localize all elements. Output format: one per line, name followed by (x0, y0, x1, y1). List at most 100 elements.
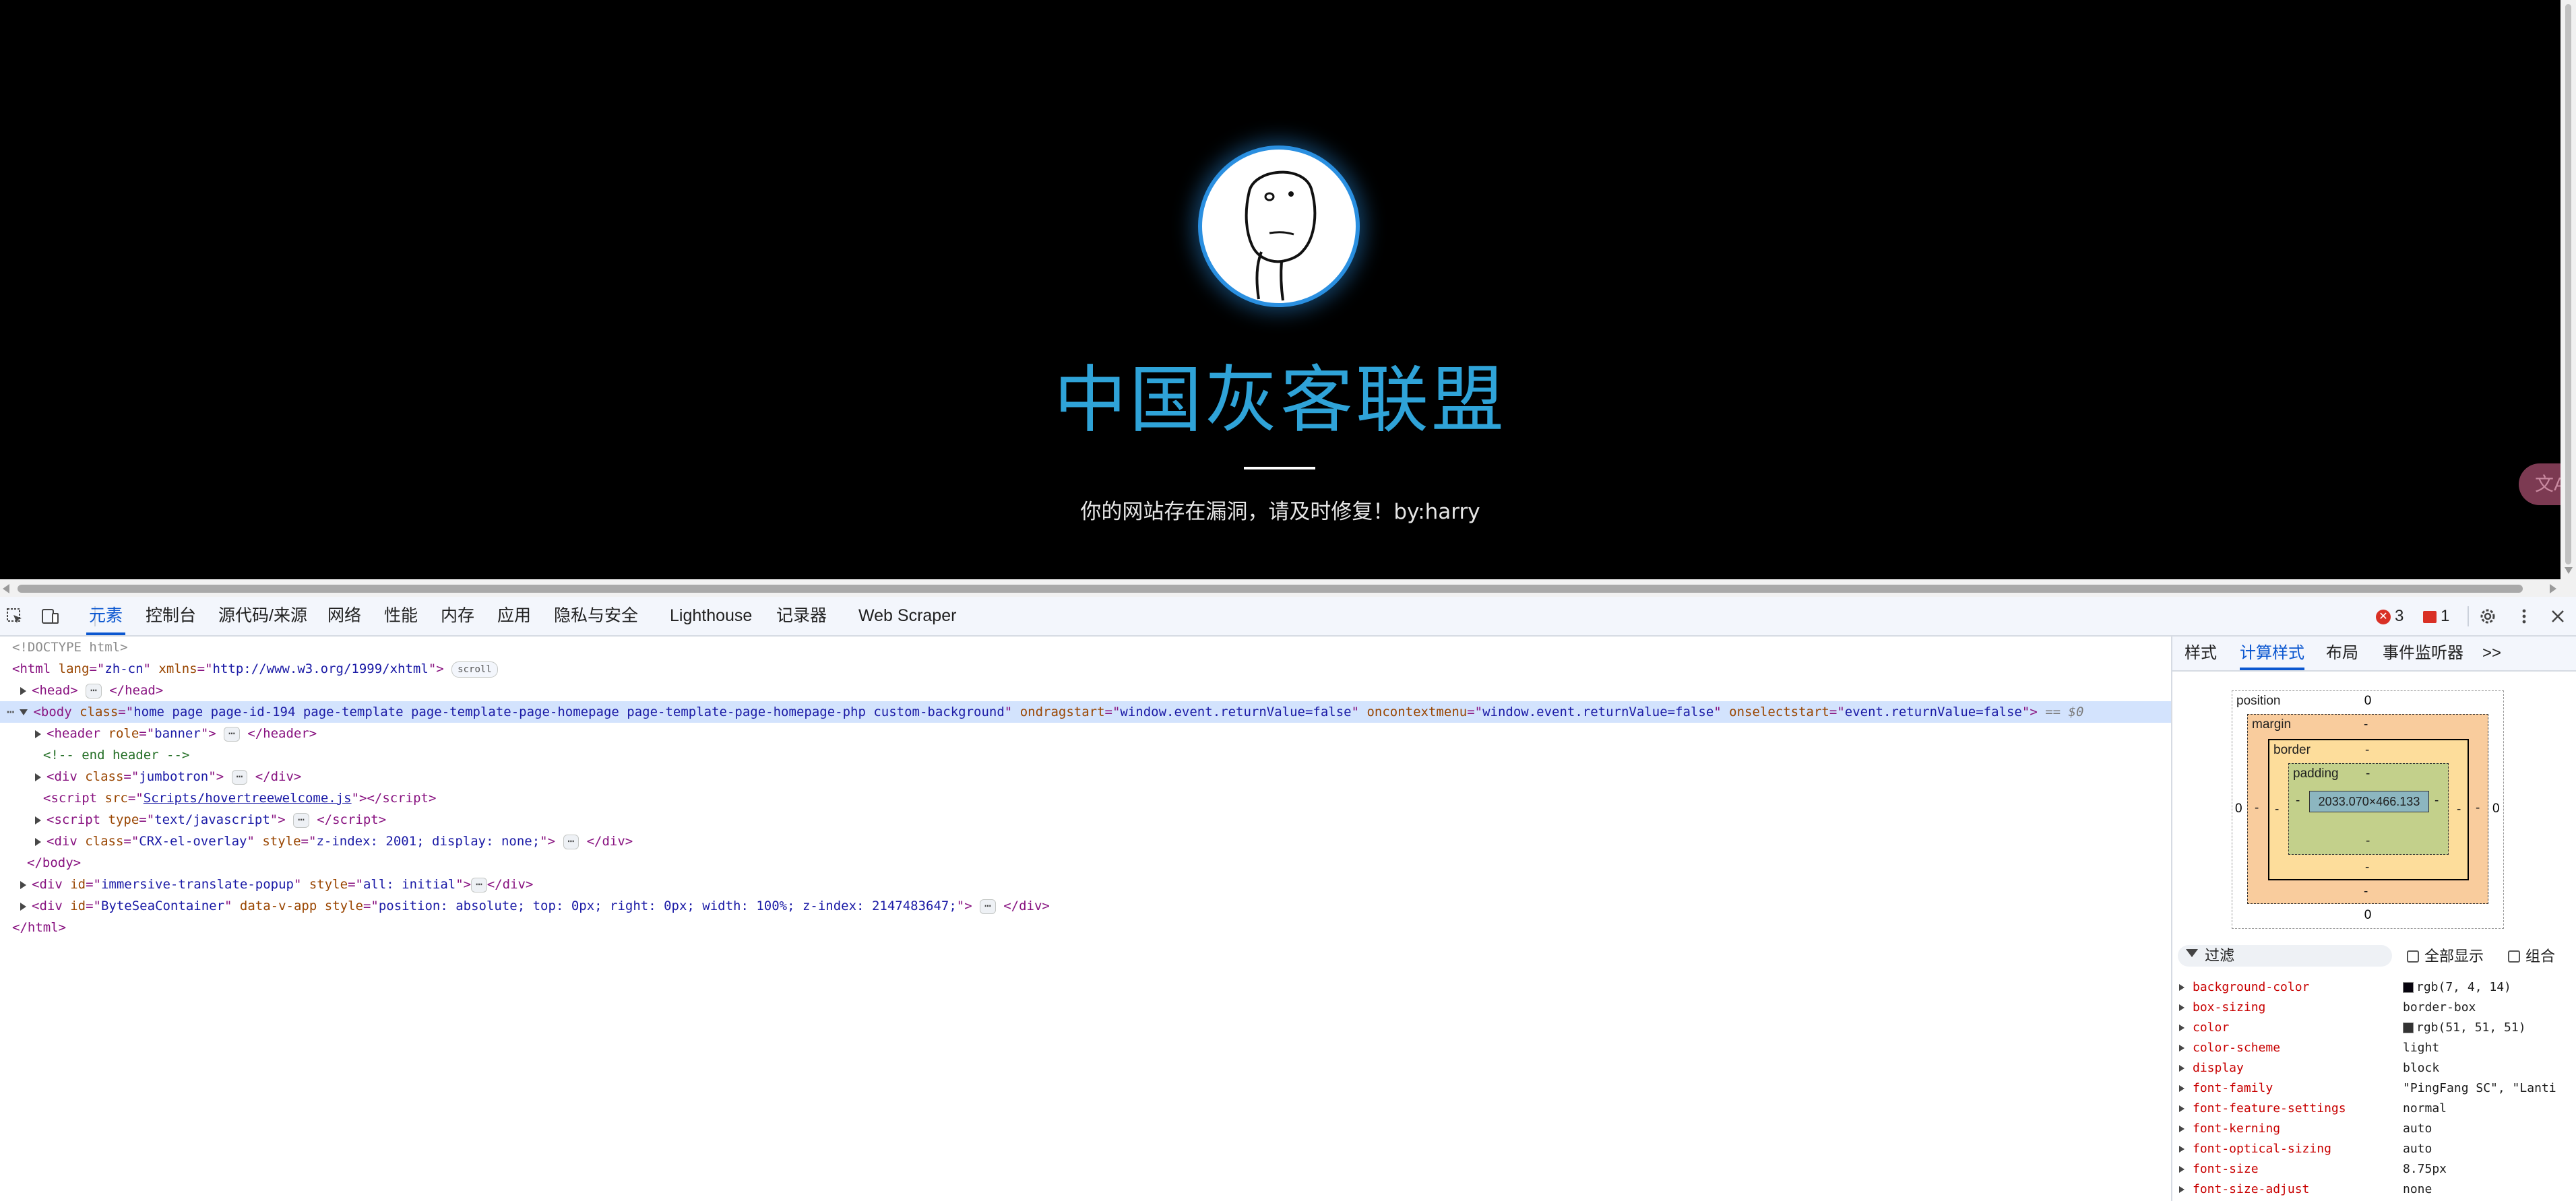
expand-triangle-icon[interactable] (35, 729, 41, 738)
vertical-scroll-thumb[interactable] (2565, 4, 2571, 564)
collapsed-ellipsis[interactable]: ⋯ (231, 769, 248, 785)
collapsed-ellipsis[interactable]: ⋯ (980, 899, 996, 914)
padding-bottom-value[interactable]: - (2366, 834, 2370, 849)
error-counter[interactable]: ✕ 3 (2376, 597, 2404, 635)
html-close-node[interactable]: </html> (0, 917, 2183, 938)
expand-triangle-icon[interactable] (35, 837, 41, 846)
expand-triangle-icon[interactable] (2179, 1186, 2185, 1193)
crx-overlay-node[interactable]: <div class="CRX-el-overlay" style="z-ind… (0, 831, 2206, 852)
tab-layout[interactable]: 布局 (2326, 637, 2358, 670)
expand-triangle-icon[interactable] (20, 686, 26, 695)
tab-computed[interactable]: 计算样式 (2240, 637, 2304, 670)
computed-property-row[interactable]: color-scheme light (2172, 1038, 2576, 1058)
computed-property-row[interactable]: color rgb(51, 51, 51) (2172, 1018, 2576, 1038)
expand-triangle-icon[interactable] (2179, 1126, 2185, 1132)
margin-top-value[interactable]: - (2364, 717, 2368, 732)
computed-property-row[interactable]: background-color rgb(7, 4, 14) (2172, 977, 2576, 998)
group-checkbox[interactable] (2508, 950, 2520, 963)
expand-triangle-icon[interactable] (2179, 1146, 2185, 1153)
computed-property-row[interactable]: font-family "PingFang SC", "Lanti (2172, 1078, 2576, 1099)
expand-triangle-icon[interactable] (2179, 1065, 2185, 1072)
margin-right-value[interactable]: - (2476, 801, 2480, 816)
jumbotron-node[interactable]: <div class="jumbotron"> ⋯ </div> (0, 766, 2206, 787)
collapsed-ellipsis[interactable]: ⋯ (224, 726, 240, 742)
computed-property-row[interactable]: box-sizing border-box (2172, 998, 2576, 1018)
collapse-triangle-icon[interactable] (20, 709, 28, 715)
expand-triangle-icon[interactable] (2179, 1166, 2185, 1173)
expand-triangle-icon[interactable] (2179, 984, 2185, 991)
script-link[interactable]: Scripts/hovertreewelcome.js (144, 791, 352, 806)
scroll-right-arrow-icon[interactable] (2550, 584, 2556, 593)
script-src-node[interactable]: <script src="Scripts/hovertreewelcome.js… (0, 787, 2214, 809)
computed-property-row[interactable]: display block (2172, 1058, 2576, 1078)
bytesea-container-node[interactable]: <div id="ByteSeaContainer" data-v-app st… (0, 895, 2191, 917)
expand-triangle-icon[interactable] (2179, 1045, 2185, 1051)
head-node[interactable]: <head> ⋯ </head> (0, 680, 2191, 701)
more-options-icon[interactable] (2515, 607, 2534, 626)
tab-recorder[interactable]: 记录器 (774, 597, 829, 635)
position-right-value[interactable]: 0 (2492, 802, 2500, 816)
border-right-value[interactable]: - (2457, 802, 2461, 817)
computed-property-row[interactable]: font-kerning auto (2172, 1119, 2576, 1139)
comment-node[interactable]: <!-- end header --> (0, 744, 2214, 766)
horizontal-scrollbar[interactable] (0, 579, 2561, 597)
computed-property-row[interactable]: font-size-adjust none (2172, 1179, 2576, 1200)
html-node[interactable]: <html lang="zh-cn" xmlns="http://www.w3.… (0, 658, 2183, 680)
padding-left-value[interactable]: - (2296, 793, 2300, 808)
expand-triangle-icon[interactable] (2179, 1105, 2185, 1112)
content-box-size[interactable]: 2033.070×466.133 (2309, 791, 2429, 812)
computed-property-row[interactable]: font-optical-sizing auto (2172, 1139, 2576, 1159)
expand-triangle-icon[interactable] (35, 816, 41, 824)
body-node-selected[interactable]: ⋯ <body class="home page page-id-194 page… (0, 701, 2178, 723)
device-toolbar-icon[interactable] (40, 607, 59, 626)
scroll-down-arrow-icon[interactable] (2565, 567, 2573, 574)
header-node[interactable]: <header role="banner"> ⋯ </header> (0, 723, 2206, 744)
tab-lighthouse[interactable]: Lighthouse (667, 597, 755, 635)
show-all-checkbox[interactable] (2407, 950, 2419, 963)
doctype-node[interactable]: <!DOCTYPE html> (0, 637, 2183, 658)
settings-gear-icon[interactable] (2478, 607, 2497, 626)
collapsed-ellipsis[interactable]: ⋯ (563, 834, 579, 849)
tab-privacy-security[interactable]: 隐私与安全 (551, 597, 641, 635)
tab-web-scraper[interactable]: Web Scraper (856, 597, 959, 635)
scroll-left-arrow-icon[interactable] (3, 584, 9, 593)
expand-triangle-icon[interactable] (2179, 1085, 2185, 1092)
close-devtools-icon[interactable] (2548, 607, 2567, 626)
position-top-value[interactable]: 0 (2232, 694, 2503, 709)
tab-sources[interactable]: 源代码/来源 (216, 597, 310, 635)
padding-right-value[interactable]: - (2434, 793, 2439, 808)
collapsed-ellipsis[interactable]: ⋯ (86, 683, 102, 699)
color-swatch[interactable] (2403, 1023, 2414, 1033)
issues-counter[interactable]: 1 (2423, 597, 2449, 635)
computed-property-row[interactable]: font-size 8.75px (2172, 1159, 2576, 1179)
margin-left-value[interactable]: - (2255, 801, 2259, 816)
border-left-value[interactable]: - (2275, 802, 2279, 817)
tab-styles[interactable]: 样式 (2185, 637, 2217, 670)
expand-triangle-icon[interactable] (20, 880, 26, 889)
vertical-scrollbar[interactable] (2561, 0, 2576, 579)
collapsed-ellipsis[interactable]: ⋯ (471, 877, 487, 892)
tab-elements[interactable]: 元素 (86, 597, 126, 635)
margin-bottom-value[interactable]: - (2364, 884, 2368, 899)
position-bottom-value[interactable]: 0 (2232, 908, 2503, 923)
computed-property-row[interactable]: font-feature-settings normal (2172, 1099, 2576, 1119)
filter-input[interactable]: 过滤 (2178, 945, 2392, 967)
more-tabs-chevron-icon[interactable]: >> (2482, 637, 2501, 670)
tab-console[interactable]: 控制台 (143, 597, 199, 635)
expand-triangle-icon[interactable] (20, 902, 26, 911)
border-top-value[interactable]: - (2365, 743, 2369, 758)
tab-event-listeners[interactable]: 事件监听器 (2383, 637, 2463, 670)
horizontal-scroll-thumb[interactable] (18, 585, 2523, 593)
tab-application[interactable]: 应用 (495, 597, 534, 635)
tab-network[interactable]: 网络 (325, 597, 364, 635)
position-left-value[interactable]: 0 (2235, 802, 2242, 816)
body-close-node[interactable]: </body> (0, 852, 2198, 874)
inspect-element-icon[interactable] (5, 607, 24, 626)
border-bottom-value[interactable]: - (2365, 860, 2369, 875)
padding-top-value[interactable]: - (2366, 767, 2370, 781)
script-inline-node[interactable]: <script type="text/javascript"> ⋯ </scri… (0, 809, 2206, 831)
expand-triangle-icon[interactable] (2179, 1025, 2185, 1031)
tab-performance[interactable]: 性能 (381, 597, 420, 635)
translate-button[interactable]: 文A (2519, 463, 2561, 505)
color-swatch[interactable] (2403, 982, 2414, 993)
